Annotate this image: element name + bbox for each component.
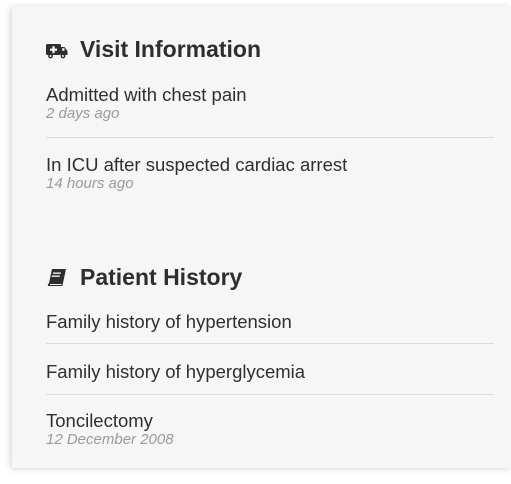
divider [46,394,494,395]
history-item-title: Family history of hyperglycemia [46,361,306,382]
visit-item-time: 14 hours ago [46,175,134,192]
history-item-title: Family history of hypertension [46,311,292,332]
visit-information-header: Visit Information [46,36,261,63]
divider [46,343,494,344]
list-item[interactable]: In ICU after suspected cardiac arrest 14… [46,154,494,192]
history-item-title: Toncilectomy [46,410,153,431]
visit-item-title: In ICU after suspected cardiac arrest [46,154,348,175]
book-icon [46,268,68,288]
list-item[interactable]: Family history of hypertension [46,311,494,333]
patient-history-header: Patient History [46,264,242,291]
ambulance-icon [46,40,68,60]
list-item[interactable]: Admitted with chest pain 2 days ago [46,84,494,122]
visit-item-time: 2 days ago [46,105,120,122]
patient-history-title: Patient History [80,264,243,290]
list-item[interactable]: Family history of hyperglycemia [46,361,494,383]
list-item[interactable]: Toncilectomy 12 December 2008 [46,410,494,448]
visit-item-title: Admitted with chest pain [46,84,247,105]
history-item-date: 12 December 2008 [46,431,174,448]
divider [46,137,494,138]
visit-information-title: Visit Information [80,36,262,62]
patient-panel: Visit Information Admitted with chest pa… [12,6,511,468]
